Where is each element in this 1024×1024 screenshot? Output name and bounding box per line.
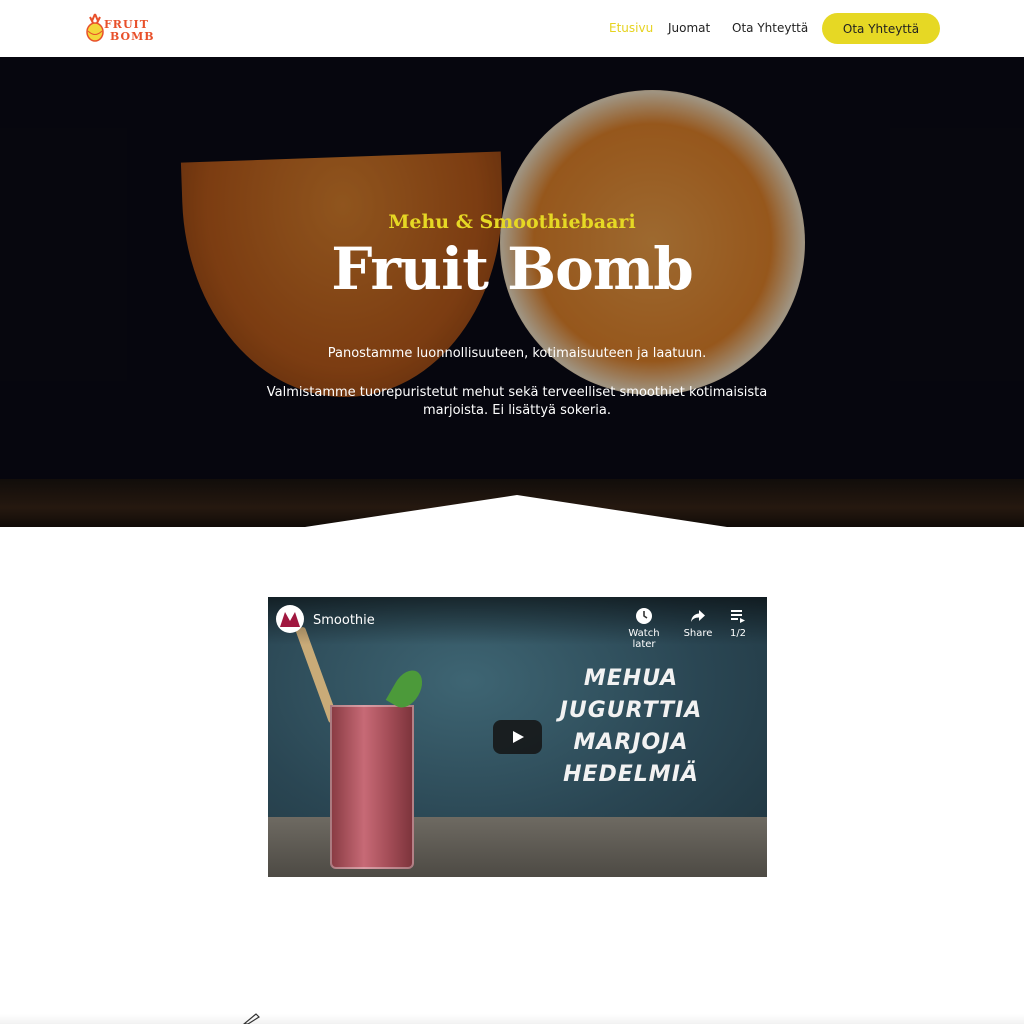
hero-paragraph-1: Panostamme luonnollisuuteen, kotimaisuut… xyxy=(327,346,707,361)
video-word: MEHUA xyxy=(583,666,679,691)
next-section-edge xyxy=(0,1014,1024,1024)
smoothie-glass-graphic xyxy=(330,705,414,869)
play-button[interactable] xyxy=(493,720,542,754)
video-word: MARJOJA xyxy=(573,730,689,755)
hero-title: Fruit Bomb xyxy=(331,235,694,303)
hero-paragraph-2: Valmistamme tuorepuristetut mehut sekä t… xyxy=(266,385,768,418)
site-header: FRUIT BOMB Etusivu Juomat Ota Yhteyttä O… xyxy=(0,0,1024,57)
video-player[interactable]: MEHUA JUGURTTIA MARJOJA HEDELMIÄ Smoothi… xyxy=(268,597,767,877)
brand-wordmark: FRUIT BOMB xyxy=(104,19,155,43)
contact-cta-button[interactable]: Ota Yhteyttä xyxy=(822,13,940,44)
brand-line2: BOMB xyxy=(110,30,155,43)
channel-logo-icon xyxy=(280,612,300,627)
hero-subtitle: Mehu & Smoothiebaari xyxy=(388,211,636,233)
clock-icon xyxy=(636,608,652,624)
play-icon xyxy=(512,731,524,743)
pineapple-icon xyxy=(86,13,104,42)
playlist-counter: 1/2 xyxy=(729,628,747,639)
video-word: HEDELMIÄ xyxy=(563,762,699,787)
channel-avatar[interactable] xyxy=(276,605,304,633)
nav-item-ota-yhteytta[interactable]: Ota Yhteyttä xyxy=(732,21,808,35)
watch-later-button[interactable]: Watch later xyxy=(616,607,672,650)
watch-later-label: Watch later xyxy=(628,628,660,650)
video-word: JUGURTTIA xyxy=(559,698,703,723)
brand-logo[interactable]: FRUIT BOMB xyxy=(84,10,154,48)
video-overlay-text: MEHUA JUGURTTIA MARJOJA HEDELMIÄ xyxy=(556,663,706,791)
playlist-button[interactable]: 1/2 xyxy=(710,607,766,639)
hero-section: Mehu & Smoothiebaari Fruit Bomb Panostam… xyxy=(0,57,1024,527)
nav-item-etusivu[interactable]: Etusivu xyxy=(609,21,653,35)
pencil-icon xyxy=(243,1013,260,1024)
playlist-icon xyxy=(731,610,745,623)
share-label: Share xyxy=(683,628,713,639)
hero-divider-shape xyxy=(305,495,727,527)
share-arrow-icon xyxy=(691,610,705,622)
video-title[interactable]: Smoothie xyxy=(313,613,375,628)
nav-item-juomat[interactable]: Juomat xyxy=(668,21,710,35)
